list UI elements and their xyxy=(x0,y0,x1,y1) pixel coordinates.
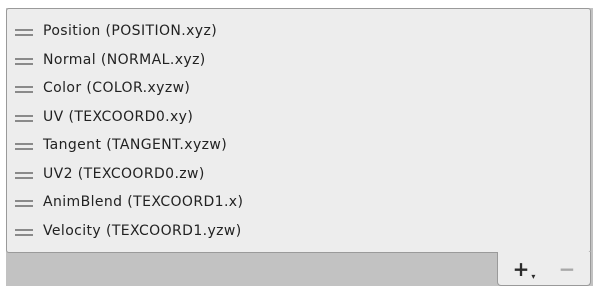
list-item-label: Normal (NORMAL.xyz) xyxy=(43,51,206,68)
list-footer: + ▾ − xyxy=(497,252,591,286)
drag-handle-icon[interactable] xyxy=(15,25,33,37)
list-item-label: AnimBlend (TEXCOORD1.x) xyxy=(43,194,244,211)
drag-handle-icon[interactable] xyxy=(15,168,33,180)
list-item[interactable]: AnimBlend (TEXCOORD1.x) xyxy=(7,188,590,217)
reorderable-list: Position (POSITION.xyz) Normal (NORMAL.x… xyxy=(6,8,591,253)
list-item-label: Tangent (TANGENT.xyzw) xyxy=(43,137,228,154)
reorderable-list-panel: Position (POSITION.xyz) Normal (NORMAL.x… xyxy=(6,8,593,286)
drag-handle-icon[interactable] xyxy=(15,82,33,94)
drag-handle-icon[interactable] xyxy=(15,225,33,237)
list-item-label: UV (TEXCOORD0.xy) xyxy=(43,108,194,125)
list-item[interactable]: Position (POSITION.xyz) xyxy=(7,17,590,46)
list-item[interactable]: UV2 (TEXCOORD0.zw) xyxy=(7,160,590,189)
list-item-label: UV2 (TEXCOORD0.zw) xyxy=(43,165,205,182)
stage: Position (POSITION.xyz) Normal (NORMAL.x… xyxy=(0,0,595,287)
plus-icon: + xyxy=(512,256,530,281)
list-item-label: Position (POSITION.xyz) xyxy=(43,23,218,40)
minus-icon: − xyxy=(558,256,576,281)
list-item-label: Velocity (TEXCOORD1.yzw) xyxy=(43,222,242,239)
add-button[interactable]: + ▾ xyxy=(512,256,536,281)
list-item[interactable]: UV (TEXCOORD0.xy) xyxy=(7,103,590,132)
dropdown-caret-icon: ▾ xyxy=(531,271,536,281)
list-item[interactable]: Velocity (TEXCOORD1.yzw) xyxy=(7,217,590,246)
list-item[interactable]: Tangent (TANGENT.xyzw) xyxy=(7,131,590,160)
list-item-label: Color (COLOR.xyzw) xyxy=(43,80,191,97)
remove-button[interactable]: − xyxy=(559,259,576,279)
drag-handle-icon[interactable] xyxy=(15,196,33,208)
drag-handle-icon[interactable] xyxy=(15,54,33,66)
drag-handle-icon[interactable] xyxy=(15,111,33,123)
drag-handle-icon[interactable] xyxy=(15,139,33,151)
list-item[interactable]: Normal (NORMAL.xyz) xyxy=(7,46,590,75)
list-item[interactable]: Color (COLOR.xyzw) xyxy=(7,74,590,103)
